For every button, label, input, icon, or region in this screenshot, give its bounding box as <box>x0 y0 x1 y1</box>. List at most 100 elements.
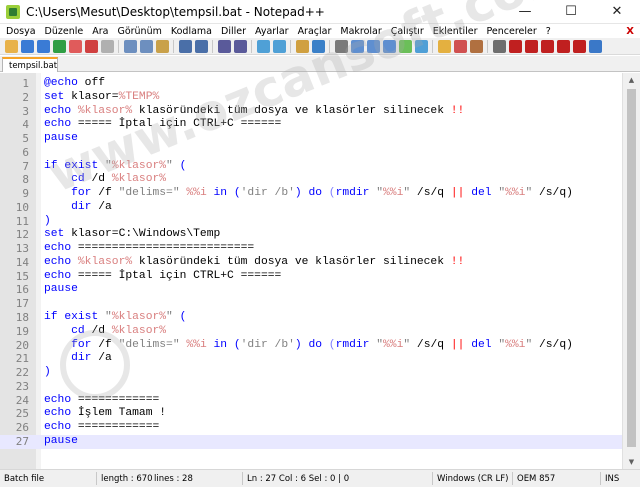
code-line[interactable]: 6 <box>0 146 622 160</box>
save-macro-icon[interactable] <box>556 39 570 53</box>
abc-icon[interactable] <box>588 39 602 53</box>
menu-kodlama[interactable]: Kodlama <box>167 26 217 37</box>
close-document-icon[interactable]: X <box>626 26 634 37</box>
status-eol: Windows (CR LF) <box>437 474 509 484</box>
code-line[interactable]: 10 dir /a <box>0 201 622 215</box>
line-number: 14 <box>15 255 29 269</box>
line-number: 5 <box>22 132 29 146</box>
save-all-icon[interactable] <box>52 39 66 53</box>
save-icon[interactable] <box>36 39 50 53</box>
vertical-scrollbar[interactable]: ▲ ▼ <box>622 73 640 469</box>
status-encoding: OEM 857 <box>517 474 556 484</box>
indent-guide-icon[interactable] <box>366 39 380 53</box>
code-line[interactable]: 18 if exist "%klasor%" ( <box>0 311 622 325</box>
menu-calistir[interactable]: Çalıştır <box>387 26 429 37</box>
play-macro-icon[interactable] <box>524 39 538 53</box>
code-line[interactable]: 4 echo ===== İptal için CTRL+C ====== <box>0 118 622 132</box>
tab-tempsil-bat[interactable]: tempsil.bat <box>2 57 58 72</box>
monitor-icon[interactable] <box>453 39 467 53</box>
code-text: echo ===== İptal için CTRL+C ====== <box>44 118 282 131</box>
cut-icon[interactable] <box>123 39 137 53</box>
code-line[interactable]: 2 set klasor=%TEMP% <box>0 91 622 105</box>
eye-icon[interactable] <box>469 39 483 53</box>
udl-icon[interactable] <box>382 39 396 53</box>
code-line[interactable]: 24 echo ============ <box>0 394 622 408</box>
print-icon[interactable] <box>100 39 114 53</box>
code-line[interactable]: 9 for /f "delims=" %%i in ('dir /b') do … <box>0 187 622 201</box>
menu-pencereler[interactable]: Pencereler <box>483 26 542 37</box>
code-line[interactable]: 7 if exist "%klasor%" ( <box>0 160 622 174</box>
menu-gorunum[interactable]: Görünüm <box>113 26 166 37</box>
zoom-in-icon[interactable] <box>256 39 270 53</box>
code-line[interactable]: 15 echo ===== İptal için CTRL+C ====== <box>0 270 622 284</box>
menu-help[interactable]: ? <box>542 26 556 37</box>
code-text: for /f "delims=" %%i in ('dir /b') do (r… <box>71 187 573 200</box>
maximize-button[interactable]: ☐ <box>548 0 594 24</box>
scroll-up-icon[interactable]: ▲ <box>623 73 640 87</box>
code-line[interactable]: 16 pause <box>0 283 622 297</box>
code-text: echo %klasor% klasöründeki tüm dosya ve … <box>44 255 465 268</box>
code-line[interactable]: 23 <box>0 380 622 394</box>
code-text: pause <box>44 434 78 447</box>
code-line[interactable]: 5 pause <box>0 132 622 146</box>
code-line[interactable]: 26 echo ============ <box>0 421 622 435</box>
zoom-out-icon[interactable] <box>272 39 286 53</box>
open-file-icon[interactable] <box>20 39 34 53</box>
find-icon[interactable] <box>217 39 231 53</box>
menu-diller[interactable]: Diller <box>217 26 251 37</box>
close-button[interactable]: ✕ <box>594 0 640 24</box>
menu-duzenle[interactable]: Düzenle <box>41 26 89 37</box>
minimize-button[interactable]: — <box>502 0 548 24</box>
line-number: 16 <box>15 283 29 297</box>
toolbar-separator <box>290 39 291 53</box>
code-line[interactable]: 21 dir /a <box>0 352 622 366</box>
copy-icon[interactable] <box>139 39 153 53</box>
menu-ara[interactable]: Ara <box>88 26 113 37</box>
stop-macro-icon[interactable] <box>508 39 522 53</box>
close-all-icon[interactable] <box>84 39 98 53</box>
code-line[interactable]: 3 echo %klasor% klasöründeki tüm dosya ve… <box>0 105 622 119</box>
code-line[interactable]: 19 cd /d %klasor% <box>0 325 622 339</box>
menu-eklentiler[interactable]: Eklentiler <box>429 26 483 37</box>
menu-ayarlar[interactable]: Ayarlar <box>251 26 294 37</box>
menu-dosya[interactable]: Dosya <box>2 26 41 37</box>
code-line[interactable]: 11) <box>0 215 622 229</box>
scroll-down-icon[interactable]: ▼ <box>623 455 640 469</box>
code-text: cd /d %klasor% <box>71 324 167 337</box>
folder-workspace-icon[interactable] <box>437 39 451 53</box>
code-line[interactable]: 1 @echo off <box>0 77 622 91</box>
code-line[interactable]: 27 pause <box>0 434 622 449</box>
record-macro-icon[interactable] <box>492 39 506 53</box>
code-text: echo %klasor% klasöründeki tüm dosya ve … <box>44 104 465 117</box>
close-icon[interactable] <box>68 39 82 53</box>
code-line[interactable]: 20 for /f "delims=" %%i in ('dir /b') do… <box>0 339 622 353</box>
code-line[interactable]: 22) <box>0 366 622 380</box>
func-list-icon[interactable] <box>414 39 428 53</box>
paste-icon[interactable] <box>155 39 169 53</box>
play-multiple-icon[interactable] <box>540 39 554 53</box>
word-wrap-icon[interactable] <box>334 39 348 53</box>
code-line[interactable]: 13 echo ========================== <box>0 242 622 256</box>
line-number: 6 <box>22 145 29 159</box>
menu-makrolar[interactable]: Makrolar <box>336 26 386 37</box>
new-file-icon[interactable] <box>4 39 18 53</box>
redo-icon[interactable] <box>194 39 208 53</box>
undo-icon[interactable] <box>178 39 192 53</box>
code-line[interactable]: 8 cd /d %klasor% <box>0 173 622 187</box>
code-line[interactable]: 14 echo %klasor% klasöründeki tüm dosya v… <box>0 256 622 270</box>
code-line[interactable]: 12 set klasor=C:\Windows\Temp <box>0 228 622 242</box>
code-line[interactable]: 25 echo İşlem Tamam ! <box>0 407 622 421</box>
code-text: ) <box>44 366 51 379</box>
run-icon[interactable] <box>572 39 586 53</box>
replace-icon[interactable] <box>233 39 247 53</box>
scrollbar-thumb[interactable] <box>627 89 636 447</box>
menu-araclar[interactable]: Araçlar <box>294 26 337 37</box>
notepadpp-app-icon <box>6 4 20 19</box>
doc-map-icon[interactable] <box>398 39 412 53</box>
all-chars-icon[interactable] <box>350 39 364 53</box>
sync-v-icon[interactable] <box>295 39 309 53</box>
toolbar-separator <box>487 39 488 53</box>
sync-h-icon[interactable] <box>311 39 325 53</box>
code-editor[interactable]: 1 @echo off 2 set klasor=%TEMP% 3 echo %klaso… <box>0 73 640 469</box>
code-line[interactable]: 17 <box>0 297 622 311</box>
